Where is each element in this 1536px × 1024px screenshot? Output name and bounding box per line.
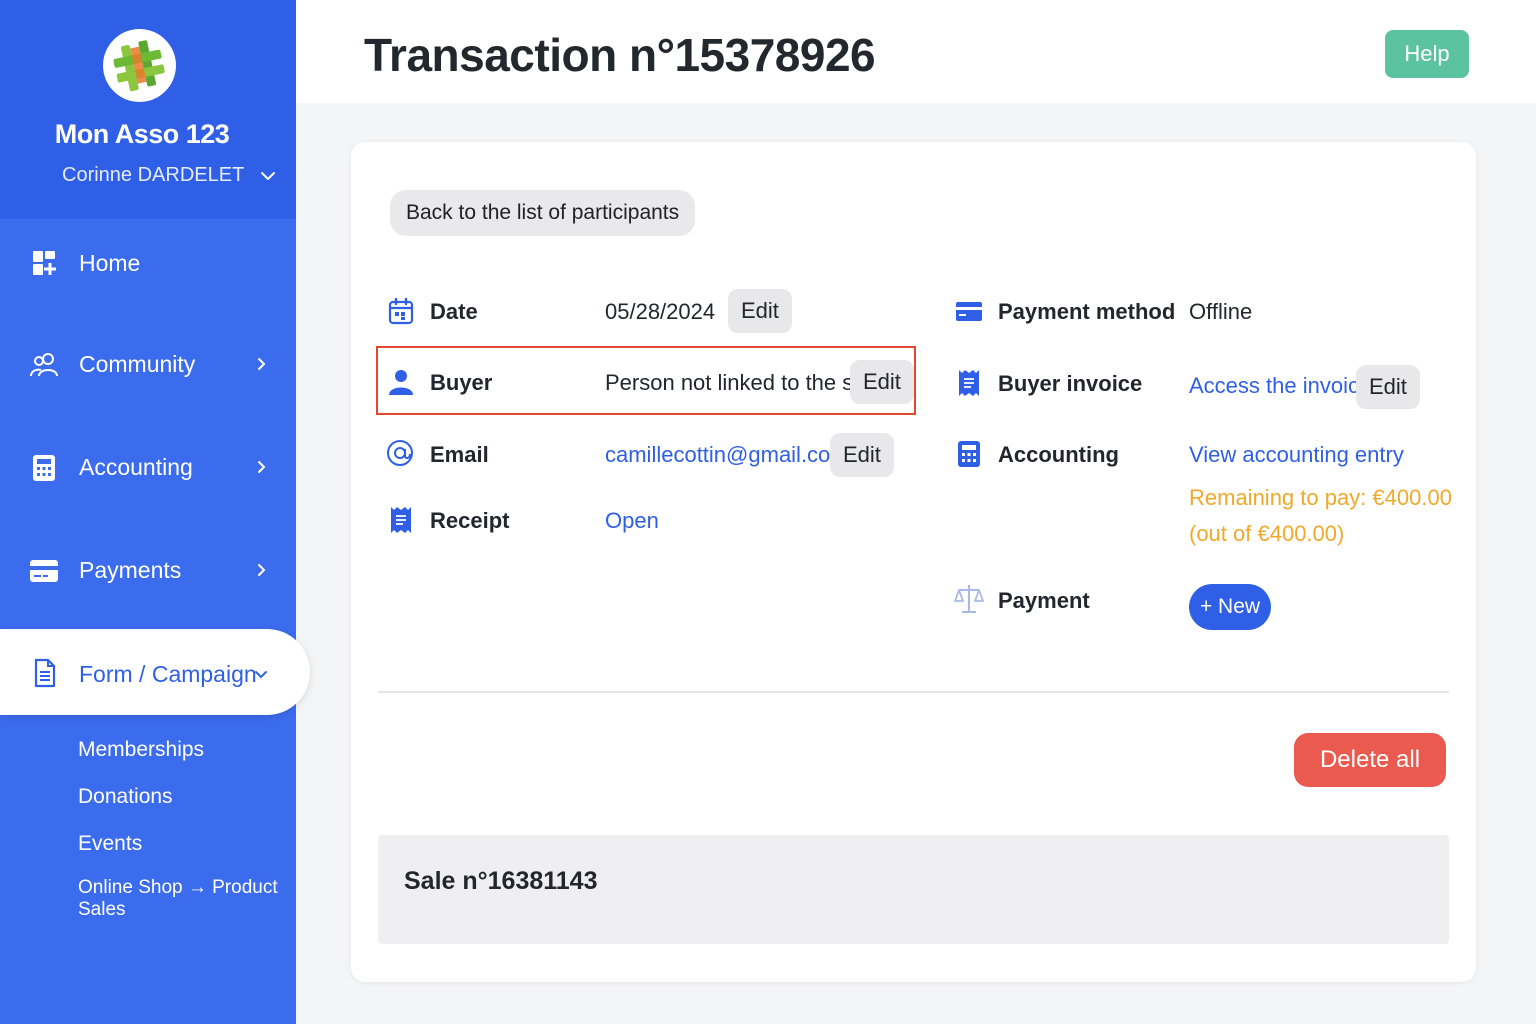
org-name: Mon Asso 123 (54, 119, 230, 149)
edit-buyer-button[interactable]: Edit (850, 360, 914, 404)
help-button[interactable]: Help (1385, 30, 1469, 78)
edit-date-button[interactable]: Edit (728, 289, 792, 333)
document-icon (34, 658, 56, 688)
user-name[interactable]: Corinne DARDELET (62, 164, 244, 187)
chevron-right-icon (258, 564, 266, 576)
calendar-icon (388, 297, 414, 325)
sidebar-item-label: Form / Campaign (79, 661, 257, 687)
edit-email-button[interactable]: Edit (830, 433, 894, 477)
scale-icon (954, 585, 984, 613)
sale-title: Sale n°16381143 (404, 867, 598, 895)
person-icon (389, 370, 413, 395)
back-to-participants-button[interactable]: Back to the list of participants (390, 190, 696, 236)
credit-card-icon (30, 560, 58, 582)
sidebar-item-form-campaign[interactable]: Form / Campaign (0, 629, 310, 715)
sidebar-item-label: Payments (79, 557, 182, 583)
calculator-icon (958, 441, 980, 467)
invoice-icon (959, 370, 979, 396)
new-payment-button[interactable]: + New (1189, 584, 1271, 630)
delete-all-button[interactable]: Delete all (1294, 733, 1446, 787)
page-title: Transaction n°15378926 (364, 29, 876, 81)
date-label: Date (430, 299, 478, 324)
sidebar-header: Mon Asso 123 Corinne DARDELET (0, 0, 296, 219)
out-of-total: (out of €400.00) (1189, 521, 1345, 546)
receipt-open-link[interactable]: Open (605, 508, 659, 534)
edit-invoice-button[interactable]: Edit (1356, 365, 1420, 409)
sidebar-item-community[interactable]: Community (0, 335, 296, 395)
sidebar-subitem-memberships[interactable]: Memberships (78, 738, 204, 762)
buyer-value: Person not linked to the sale (605, 370, 883, 395)
sidebar-item-label: Accounting (79, 454, 193, 480)
sidebar-item-label: Community (79, 351, 196, 377)
buyer-label: Buyer (430, 370, 493, 395)
org-logo (103, 29, 176, 102)
view-accounting-entry-link[interactable]: View accounting entry (1189, 442, 1404, 468)
sidebar-item-payments[interactable]: Payments (0, 541, 296, 601)
chevron-right-icon (258, 461, 266, 473)
date-value: 05/28/2024 (605, 299, 716, 324)
at-sign-icon (387, 440, 413, 466)
payment-label: Payment (998, 588, 1090, 613)
sidebar-subitem-events[interactable]: Events (78, 832, 142, 856)
sidebar-item-label: Home (79, 250, 141, 276)
chevron-right-icon (258, 358, 266, 370)
users-icon (30, 353, 58, 377)
home-grid-icon (33, 251, 56, 275)
chevron-down-icon (255, 671, 267, 679)
email-label: Email (430, 442, 489, 467)
access-invoice-link[interactable]: Access the invoice (1189, 373, 1371, 399)
receipt-icon (391, 507, 411, 533)
chevron-down-icon[interactable] (258, 166, 278, 186)
sidebar-item-home[interactable]: Home (0, 234, 296, 294)
sale-section[interactable]: Sale n°16381143 (378, 835, 1449, 944)
buyer-invoice-label: Buyer invoice (998, 371, 1143, 396)
transaction-card: Back to the list of participants Date 05… (351, 142, 1476, 982)
email-link[interactable]: camillecottin@gmail.com (605, 442, 849, 468)
divider (378, 691, 1449, 693)
sidebar-subitem-online-shop[interactable]: Online Shop → Product Sales (78, 877, 296, 921)
page-header: Transaction n°15378926 Help (296, 0, 1536, 103)
credit-card-icon (956, 302, 982, 321)
receipt-label: Receipt (430, 508, 510, 533)
calculator-icon (33, 455, 55, 481)
sidebar-item-accounting[interactable]: Accounting (0, 438, 296, 498)
sidebar-subitem-donations[interactable]: Donations (78, 785, 173, 809)
payment-method-label: Payment method (998, 299, 1176, 324)
sidebar: Mon Asso 123 Corinne DARDELET Home Commu… (0, 0, 310, 1024)
payment-method-value: Offline (1189, 299, 1253, 324)
remaining-to-pay: Remaining to pay: €400.00 (1189, 485, 1452, 510)
accounting-label: Accounting (998, 442, 1119, 467)
